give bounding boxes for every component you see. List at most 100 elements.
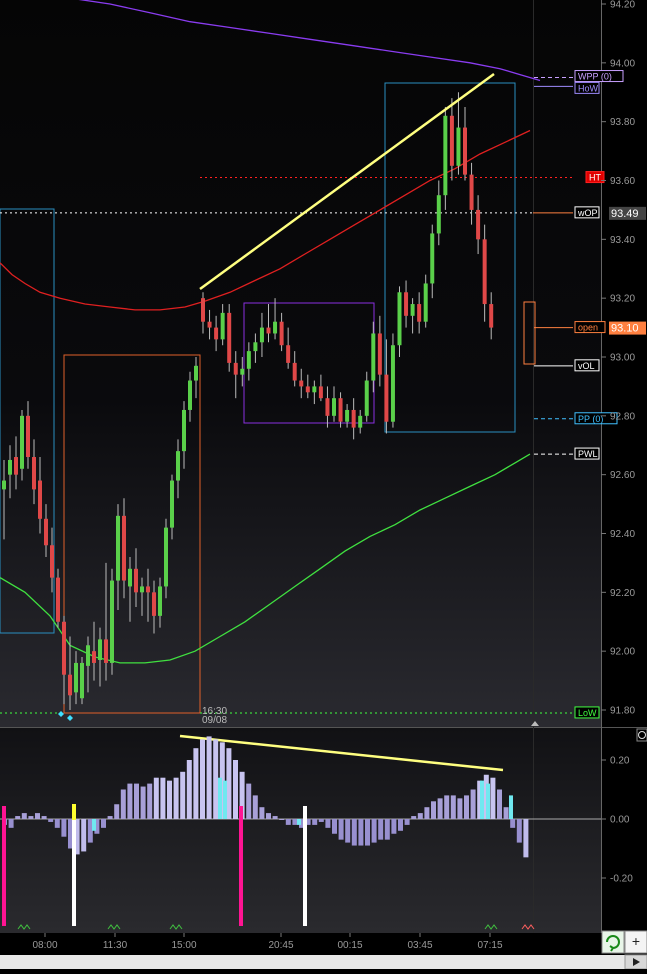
candle-body [279, 321, 284, 346]
candle-body [299, 380, 304, 387]
level-label: PP (0) [578, 414, 603, 424]
histogram-bar [523, 819, 529, 858]
histogram-bar [252, 795, 258, 819]
histogram-bar [371, 819, 377, 843]
candle-body [176, 451, 180, 481]
candle-body [207, 321, 212, 328]
candle-body [92, 651, 96, 663]
histogram-bar [193, 748, 199, 819]
candle-body [164, 527, 168, 587]
y-tick-label: 92.80 [610, 411, 635, 422]
candle-body [449, 115, 454, 166]
histogram-bar [28, 816, 34, 819]
candle-body [152, 592, 156, 616]
candle-body [240, 368, 245, 375]
level-value-label: 93.49 [611, 208, 639, 220]
candle-body [325, 398, 330, 416]
candle-body [194, 365, 198, 381]
candle-body [292, 362, 297, 381]
y-tick-label: 92.00 [610, 647, 635, 658]
candle-body [436, 195, 441, 234]
histogram-bar [398, 819, 403, 831]
histogram-bar [147, 783, 153, 819]
candle-body [246, 351, 251, 369]
candle-body [170, 480, 174, 528]
session-date-label: 09/08 [202, 715, 227, 726]
histogram-bar [464, 795, 469, 819]
candle-body [266, 327, 271, 334]
histogram-bar [510, 819, 516, 828]
candle-body [220, 312, 225, 340]
horizontal-scrollbar[interactable] [0, 955, 625, 969]
histogram-bar [490, 777, 496, 819]
candle-body [489, 304, 494, 328]
candle-body [312, 386, 317, 393]
histogram-bar [279, 819, 285, 820]
histogram-bar [127, 783, 133, 819]
candle-body [98, 639, 102, 660]
candle-body [26, 415, 30, 458]
histogram-highlight [480, 780, 484, 819]
signal-bar [239, 818, 243, 888]
histogram-bar [351, 819, 357, 846]
candle-body [122, 515, 126, 581]
y-tick-label: 93.00 [610, 353, 635, 364]
x-tick-label: 03:45 [407, 940, 432, 951]
x-tick-label: 11:30 [103, 940, 128, 951]
histogram-bar [266, 813, 271, 819]
histogram-bar [107, 816, 113, 819]
candle-body [384, 374, 389, 422]
candle-body [2, 480, 6, 490]
candle-body [214, 327, 219, 340]
histogram-bar [411, 816, 417, 819]
chart-canvas[interactable]: WPP (0)HoW HT wOP 93.49 open 93.10 vOL PP (0) PW… [0, 0, 647, 970]
candle-body [430, 233, 435, 284]
candle-body [390, 345, 395, 422]
histogram-bar [424, 807, 430, 819]
candle-body [417, 304, 422, 322]
candle-body [332, 398, 336, 416]
histogram-bar [8, 819, 14, 828]
histogram-highlight [223, 780, 227, 819]
histogram-bar [233, 760, 238, 819]
candle-body [456, 127, 461, 166]
level-value-label: 93.10 [611, 323, 639, 335]
price-panel-background [0, 0, 601, 727]
histogram-bar [292, 819, 298, 825]
y-tick-label: 92.40 [610, 529, 635, 540]
x-tick-label: 00:15 [337, 940, 362, 951]
signal-bar [72, 804, 76, 820]
histogram-bar [516, 819, 522, 843]
candle-body [443, 115, 448, 196]
candle-body [20, 415, 24, 469]
y-tick-label: 93.60 [610, 176, 635, 187]
histogram-bar [312, 819, 318, 825]
candle-body [182, 409, 186, 452]
candle-body [86, 645, 90, 666]
candle-body [134, 568, 138, 593]
candle-body [110, 580, 114, 663]
histogram-bar [365, 819, 370, 846]
histogram-bar [431, 801, 436, 819]
candle-body [358, 415, 363, 428]
plus-icon: + [632, 933, 640, 949]
histogram-bar [378, 819, 384, 840]
signal-bar [303, 806, 307, 926]
y-tick-label: 94.20 [610, 0, 635, 11]
histogram-bar [450, 795, 456, 819]
histogram-bar [41, 816, 47, 819]
histogram-bar [160, 777, 166, 819]
candle-body [463, 127, 467, 175]
histogram-bar [21, 813, 27, 819]
chart-window: WPP (0) HoW HT wOP 93.49 open 93.10 vOL PP (0) PW… [0, 0, 647, 970]
candle-body [50, 545, 54, 578]
candle-body [351, 409, 356, 428]
candle-body [14, 457, 18, 475]
histogram-bar [345, 819, 351, 843]
candle-body [318, 386, 323, 399]
histogram-bar [358, 819, 364, 846]
y-tick-label: 93.80 [610, 117, 635, 128]
histogram-bar [417, 813, 423, 819]
histogram-bar [325, 819, 331, 828]
histogram-bar [180, 771, 186, 819]
